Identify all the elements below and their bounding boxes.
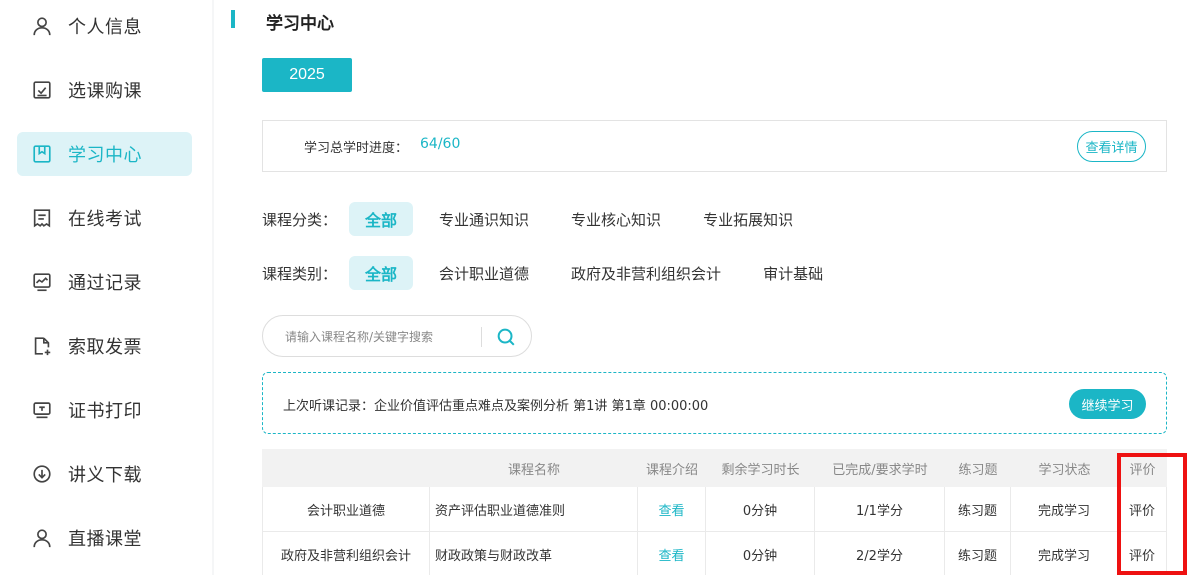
sidebar-item-online-exam[interactable]: 在线考试 <box>17 196 192 240</box>
category-filter: 课程分类： 全部 专业通识知识 专业核心知识 专业拓展知识 <box>262 202 819 236</box>
column-header: 剩余学习时长 <box>721 462 800 478</box>
filter-label: 课程分类： <box>262 210 338 229</box>
table-row: 政府及非营利组织会计 财政政策与财政改革 查看 0分钟 2/2学分 练习题 完成… <box>262 532 1167 575</box>
exercise-link[interactable]: 练习题 <box>945 532 1011 575</box>
sidebar-item-profile[interactable]: 个人信息 <box>17 4 192 48</box>
continue-study-button[interactable]: 继续学习 <box>1069 389 1146 419</box>
exam-doc-icon <box>30 206 54 230</box>
filter-chip[interactable]: 审计基础 <box>747 256 839 290</box>
sidebar-item-label: 在线考试 <box>68 209 142 230</box>
sidebar-item-invoice[interactable]: 索取发票 <box>17 324 192 368</box>
sidebar-item-label: 学习中心 <box>68 145 142 166</box>
page-title: 学习中心 <box>266 14 334 34</box>
sidebar-item-label: 讲义下载 <box>68 465 142 486</box>
table-header: 课程名称 课程介绍 剩余学习时长 已完成/要求学时 练习题 学习状态 评价 <box>262 449 1167 487</box>
search-divider <box>481 327 482 347</box>
last-record-text: 上次听课记录：企业价值评估重点难点及案例分析 第1讲 第1章 00:00:00 <box>283 399 709 414</box>
sidebar-item-label: 证书打印 <box>68 401 142 422</box>
download-icon <box>30 462 54 486</box>
sidebar-item-certificate-print[interactable]: 证书打印 <box>17 388 192 432</box>
year-button[interactable]: 2025 <box>262 58 352 92</box>
filter-chip[interactable]: 专业拓展知识 <box>687 202 809 236</box>
course-table: 课程名称 课程介绍 剩余学习时长 已完成/要求学时 练习题 学习状态 评价 会计… <box>262 449 1167 575</box>
progress-panel: 学习总学时进度： 64/60 查看详情 <box>262 120 1167 172</box>
bookmark-icon <box>30 142 54 166</box>
filter-chip-all[interactable]: 全部 <box>349 202 414 236</box>
sidebar-item-label: 直播课堂 <box>68 529 142 550</box>
filter-label: 课程类别： <box>262 264 338 283</box>
main-content: 学习中心 2025 学习总学时进度： 64/60 查看详情 课程分类： 全部 专… <box>214 0 1191 575</box>
title-accent-bar <box>231 10 235 28</box>
filter-chip[interactable]: 专业通识知识 <box>423 202 545 236</box>
column-header: 学习状态 <box>1038 462 1091 478</box>
user-icon <box>30 526 54 550</box>
type-filter: 课程类别： 全部 会计职业道德 政府及非营利组织会计 审计基础 <box>262 256 849 290</box>
column-header: 练习题 <box>958 462 998 478</box>
search-input[interactable] <box>285 326 475 348</box>
completed-hours: 2/2学分 <box>815 532 945 575</box>
sidebar-item-handout-download[interactable]: 讲义下载 <box>17 452 192 496</box>
column-header <box>262 449 430 487</box>
progress-value: 64/60 <box>420 136 461 152</box>
filter-chip-all[interactable]: 全部 <box>349 256 414 290</box>
filter-chip[interactable]: 政府及非营利组织会计 <box>555 256 737 290</box>
view-details-button[interactable]: 查看详情 <box>1077 131 1146 162</box>
review-column-highlight <box>1117 453 1187 575</box>
sidebar-item-label: 选课购课 <box>68 81 142 102</box>
sidebar-item-label: 个人信息 <box>68 17 142 38</box>
filter-chip[interactable]: 会计职业道德 <box>423 256 545 290</box>
table-row: 会计职业道德 资产评估职业道德准则 查看 0分钟 1/1学分 练习题 完成学习 … <box>262 487 1167 532</box>
column-header: 课程介绍 <box>645 462 698 478</box>
column-header: 课程名称 <box>507 462 560 478</box>
sidebar-item-live-class[interactable]: 直播课堂 <box>17 516 192 560</box>
remaining-time: 0分钟 <box>706 487 815 531</box>
sidebar-item-pass-records[interactable]: 通过记录 <box>17 260 192 304</box>
completed-hours: 1/1学分 <box>815 487 945 531</box>
search-icon[interactable] <box>495 326 517 348</box>
sidebar-item-study-center[interactable]: 学习中心 <box>17 132 192 176</box>
filter-chip[interactable]: 专业核心知识 <box>555 202 677 236</box>
certificate-icon <box>30 398 54 422</box>
course-name: 财政政策与财政改革 <box>430 532 638 575</box>
user-icon <box>30 14 54 38</box>
view-intro-link[interactable]: 查看 <box>638 487 706 531</box>
sidebar: 个人信息 选课购课 学习中心 在线考试 通过记录 索取发票 证书打印 讲义下载 … <box>0 0 212 575</box>
study-status: 完成学习 <box>1011 487 1118 531</box>
chart-icon <box>30 270 54 294</box>
view-intro-link[interactable]: 查看 <box>638 532 706 575</box>
last-record-panel: 上次听课记录：企业价值评估重点难点及案例分析 第1讲 第1章 00:00:00 … <box>262 372 1167 434</box>
sidebar-item-label: 通过记录 <box>68 273 142 294</box>
remaining-time: 0分钟 <box>706 532 815 575</box>
search-box <box>262 315 532 357</box>
checkbox-icon <box>30 78 54 102</box>
exercise-link[interactable]: 练习题 <box>945 487 1011 531</box>
invoice-add-icon <box>30 334 54 358</box>
course-category: 会计职业道德 <box>262 487 430 531</box>
progress-label: 学习总学时进度： <box>304 141 409 156</box>
course-name: 资产评估职业道德准则 <box>430 487 638 531</box>
course-category: 政府及非营利组织会计 <box>262 532 430 575</box>
column-header: 已完成/要求学时 <box>832 462 928 478</box>
study-status: 完成学习 <box>1011 532 1118 575</box>
sidebar-item-label: 索取发票 <box>68 337 142 358</box>
sidebar-item-course-purchase[interactable]: 选课购课 <box>17 68 192 112</box>
